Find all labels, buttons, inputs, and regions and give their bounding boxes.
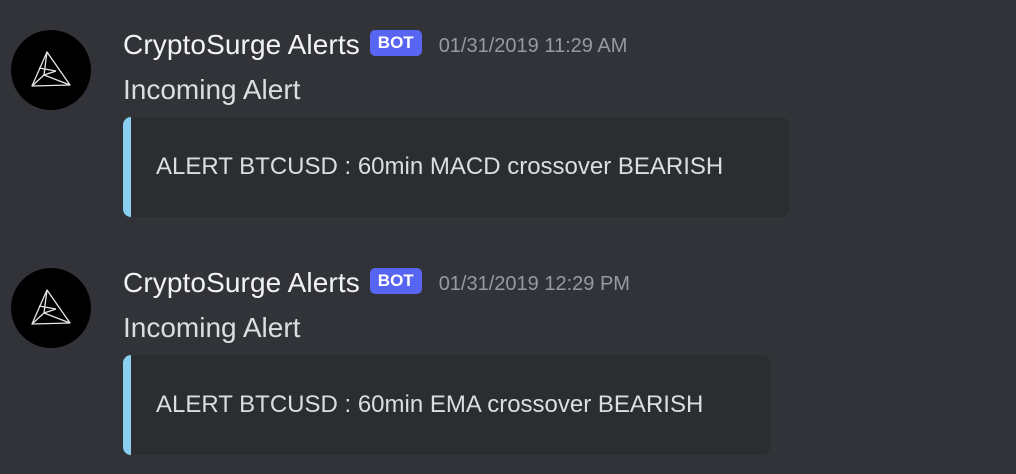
avatar[interactable] — [11, 30, 91, 110]
alert-embed: ALERT BTCUSD : 60min EMA crossover BEARI… — [123, 355, 770, 455]
author-name[interactable]: CryptoSurge Alerts — [123, 29, 360, 61]
chat-messages: CryptoSurge Alerts BOT 01/31/2019 11:29 … — [0, 0, 1016, 474]
alert-embed: ALERT BTCUSD : 60min MACD crossover BEAR… — [123, 117, 789, 217]
bot-badge: BOT — [369, 268, 422, 294]
embed-description: ALERT BTCUSD : 60min EMA crossover BEARI… — [156, 391, 704, 418]
message-content: Incoming Alert — [123, 74, 301, 105]
message-header: CryptoSurge Alerts BOT 01/31/2019 11:29 … — [123, 29, 627, 61]
avatar[interactable] — [11, 268, 91, 348]
embed-description: ALERT BTCUSD : 60min MACD crossover BEAR… — [156, 153, 724, 180]
triangle-logo-icon — [31, 51, 71, 87]
message-timestamp[interactable]: 01/31/2019 11:29 AM — [439, 35, 628, 58]
message-content: Incoming Alert — [123, 312, 301, 343]
author-name[interactable]: CryptoSurge Alerts — [123, 267, 360, 299]
message-timestamp[interactable]: 01/31/2019 12:29 PM — [439, 273, 630, 296]
bot-badge: BOT — [369, 30, 422, 56]
triangle-logo-icon — [31, 289, 71, 325]
message-header: CryptoSurge Alerts BOT 01/31/2019 12:29 … — [123, 267, 630, 299]
